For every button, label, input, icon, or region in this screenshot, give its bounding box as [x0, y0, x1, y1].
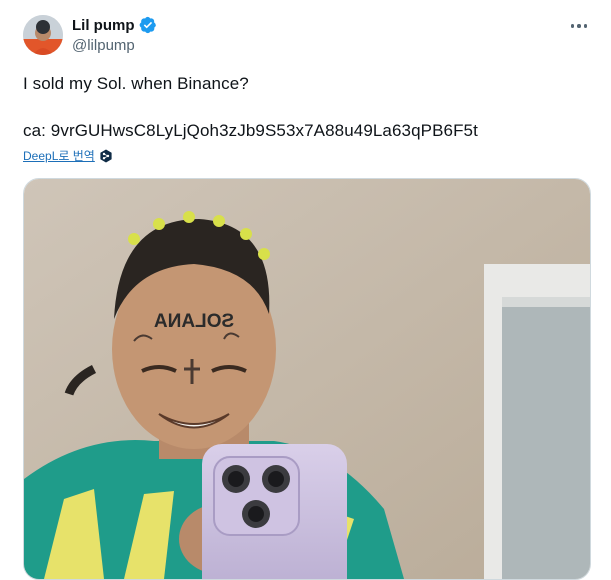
more-options-button[interactable]: [565, 14, 593, 38]
tweet: Lil pump @lilpump I sold my Sol. when Bi…: [0, 0, 611, 580]
display-name[interactable]: Lil pump: [72, 17, 135, 34]
avatar[interactable]: [23, 15, 63, 55]
translate-label[interactable]: DeepL로 번역: [23, 147, 95, 164]
deepl-icon: [100, 149, 112, 162]
post-text-line-1: I sold my Sol. when Binance?: [23, 74, 249, 93]
author-handle[interactable]: @lilpump: [72, 37, 135, 54]
post-text-line-2: ca: 9vrGUHwsC8LyLjQoh3zJb9S53x7A88u49La6…: [23, 121, 478, 140]
author-name-row: Lil pump: [72, 16, 157, 34]
verified-badge-icon: [139, 16, 156, 34]
forehead-tattoo-text: SOLANA: [154, 311, 235, 332]
translate-link[interactable]: DeepL로 번역: [23, 147, 113, 164]
post-media[interactable]: SOLANA: [23, 178, 591, 580]
profile-photo-icon: [23, 15, 63, 55]
selfie-photo: SOLANA: [24, 179, 590, 579]
more-options-icon: [570, 24, 575, 28]
